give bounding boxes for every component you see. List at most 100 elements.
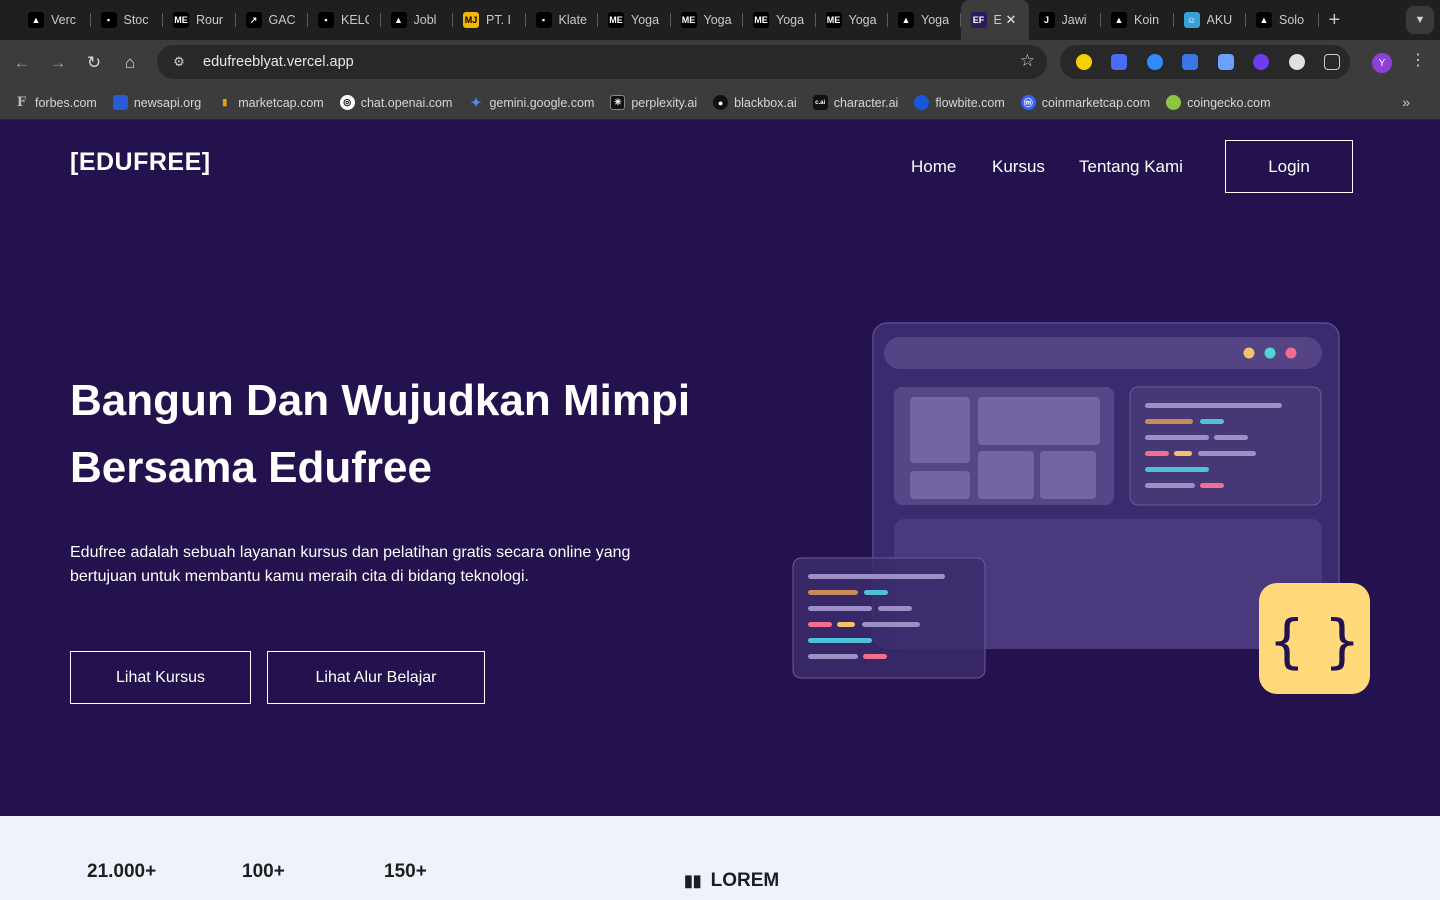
browser-tab[interactable]: ME Yoga	[671, 0, 744, 40]
lorem-heading: ▮▮ LOREM	[684, 870, 780, 891]
bookmarks-bar: Fforbes.com newsapi.org ▮ marketcap.com ◎…	[0, 86, 1440, 120]
browser-tab[interactable]: ME Yoga	[598, 0, 671, 40]
openai-icon: ◎	[339, 95, 355, 110]
triangle-icon: ▲	[1256, 12, 1272, 28]
character-ai-icon: c.ai	[812, 95, 828, 110]
website-viewport: [EDUFREE] Home Kursus Tentang Kami Login…	[0, 121, 1440, 900]
nav-home[interactable]: Home	[911, 157, 956, 177]
browser-tab[interactable]: ▲ Yoga	[888, 0, 961, 40]
stat-mentors: 150+	[384, 861, 427, 882]
new-tab-icon[interactable]: +	[1329, 9, 1341, 32]
bookmark-item[interactable]: ✦ gemini.google.com	[468, 95, 594, 110]
cartoon-icon: ☺	[1183, 12, 1200, 28]
back-icon[interactable]: ←	[4, 45, 40, 81]
triangle-icon: ▲	[28, 12, 44, 28]
ef-icon: EF	[970, 12, 987, 28]
login-button[interactable]: Login	[1225, 140, 1353, 193]
home-icon[interactable]: ⌂	[112, 45, 148, 81]
learning-path-button[interactable]: Lihat Alur Belajar	[267, 651, 485, 704]
sparkle-icon: ✦	[470, 94, 482, 110]
bookmark-item[interactable]: c.ai character.ai	[812, 95, 898, 110]
browser-tab[interactable]: ▪ Klate	[526, 0, 599, 40]
nav-kursus[interactable]: Kursus	[992, 157, 1045, 177]
flowbite-icon	[914, 95, 930, 110]
stats-section: 21.000+ 100+ 150+ ▮▮ LOREM	[0, 816, 1440, 900]
extension-icon[interactable]	[1102, 45, 1138, 79]
extension-icon[interactable]	[1066, 45, 1102, 79]
coinmarketcap-icon: ⓜ	[1020, 95, 1036, 110]
browser-tab[interactable]: ▪ Stoc	[91, 0, 164, 40]
bookmark-item[interactable]: ◎ chat.openai.com	[339, 95, 452, 110]
blackbox-icon: ●	[713, 95, 729, 110]
browser-tab[interactable]: ▲ Koin	[1101, 0, 1174, 40]
browser-tab[interactable]: ME Yoga	[816, 0, 889, 40]
newsapi-icon	[112, 95, 128, 110]
bookmark-item[interactable]: flowbite.com	[914, 95, 1005, 110]
bookmark-star-icon[interactable]: ☆	[1020, 51, 1035, 71]
browser-tab[interactable]: ▲ Jobl	[381, 0, 454, 40]
triangle-icon: ▲	[390, 12, 407, 28]
bookmark-item[interactable]: ▮ marketcap.com	[217, 95, 323, 110]
more-bookmarks-icon[interactable]: »	[1402, 94, 1410, 110]
bookmark-item[interactable]: ⓜ coinmarketcap.com	[1020, 95, 1150, 110]
book-icon: ▮▮	[684, 873, 702, 890]
bookmark-item[interactable]: Fforbes.com	[14, 95, 97, 110]
triangle-icon: ▲	[1111, 12, 1127, 28]
forward-icon[interactable]: →	[40, 45, 76, 81]
forbes-icon: F	[16, 95, 27, 110]
stat-students: 21.000+	[87, 861, 157, 882]
me-icon: ME	[173, 12, 189, 28]
tab-search-icon[interactable]: ▼	[1406, 6, 1434, 34]
hero-illustration: { }	[792, 322, 1370, 694]
site-logo[interactable]: [EDUFREE]	[70, 148, 211, 177]
puzzle-icon[interactable]	[1315, 45, 1351, 79]
square-dot-icon: ▪	[318, 12, 334, 28]
square-dot-icon: ▪	[535, 12, 552, 28]
extension-icon[interactable]	[1244, 45, 1280, 79]
browser-tab[interactable]: ▲ Solo	[1246, 0, 1319, 40]
browser-toolbar: ← → ↻ ⌂ ⚙ edufreeblyat.vercel.app ☆ Y ⋮	[0, 40, 1440, 86]
view-courses-button[interactable]: Lihat Kursus	[70, 651, 251, 704]
reload-icon[interactable]: ↻	[76, 45, 112, 81]
code-braces-icon: { }	[1268, 607, 1360, 675]
site-settings-icon[interactable]: ⚙	[167, 50, 191, 74]
me-icon: ME	[608, 12, 624, 28]
profile-avatar[interactable]: Y	[1372, 53, 1392, 73]
bookmark-item[interactable]: ● blackbox.ai	[713, 95, 797, 110]
extension-icon[interactable]	[1208, 45, 1244, 79]
triangle-icon: ▲	[898, 12, 914, 28]
bookmark-item[interactable]: newsapi.org	[112, 95, 201, 110]
j-icon: J	[1038, 12, 1055, 28]
extension-icon[interactable]	[1137, 45, 1173, 79]
address-bar[interactable]: ⚙ edufreeblyat.vercel.app ☆	[157, 45, 1047, 79]
me-icon: ME	[825, 12, 842, 28]
url-text[interactable]: edufreeblyat.vercel.app	[203, 54, 354, 70]
browser-tab[interactable]: ME Yoga	[743, 0, 816, 40]
hero-description: Edufree adalah sebuah layanan kursus dan…	[70, 544, 631, 585]
browser-tab-active[interactable]: EF E ✕	[960, 0, 1029, 40]
extension-icon[interactable]	[1279, 45, 1315, 79]
browser-tab[interactable]: ▲ Verc	[18, 0, 91, 40]
bookmark-item[interactable]: ✳ perplexity.ai	[610, 95, 697, 110]
me-icon: ME	[680, 12, 697, 28]
browser-tab[interactable]: ↗ GAC	[236, 0, 309, 40]
mj-icon: MJ	[463, 12, 479, 28]
kebab-menu-icon[interactable]: ⋮	[1410, 50, 1426, 70]
nav-tentang-kami[interactable]: Tentang Kami	[1079, 157, 1183, 177]
browser-tab[interactable]: ▪KELC	[308, 0, 381, 40]
bar-chart-icon: ▮	[222, 97, 228, 107]
extensions-bar	[1060, 45, 1350, 79]
browser-tab[interactable]: ☺ AKU	[1174, 0, 1247, 40]
stat-courses: 100+	[242, 861, 285, 882]
bookmark-item[interactable]: coingecko.com	[1166, 95, 1271, 110]
coingecko-icon	[1166, 95, 1182, 110]
perplexity-icon: ✳	[610, 95, 626, 110]
browser-tab[interactable]: MJ PT. I	[453, 0, 526, 40]
me-icon: ME	[753, 12, 769, 28]
close-tab-icon[interactable]: ✕	[1006, 12, 1017, 28]
extension-icon[interactable]	[1173, 45, 1209, 79]
browser-tab[interactable]: J Jawi	[1029, 0, 1102, 40]
slash-icon: ↗	[245, 12, 262, 28]
browser-tab[interactable]: ME Rour	[163, 0, 236, 40]
square-dot-icon: ▪	[100, 12, 117, 28]
